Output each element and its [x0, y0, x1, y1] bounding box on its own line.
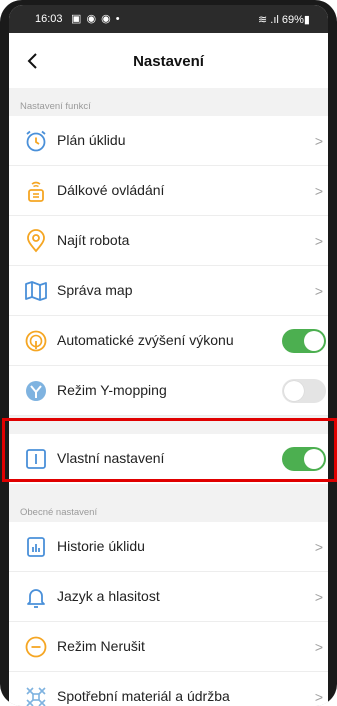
phone-frame: 16:03 ▣ ◉ ◉ • ≋ .ıl 69%▮ Nastavení Nasta…	[0, 0, 337, 706]
location-pin-icon	[27, 229, 45, 253]
map-icon	[25, 281, 47, 301]
row-label: Najít robota	[57, 232, 130, 248]
row-remote-control[interactable]: Dálkové ovládání >	[9, 166, 328, 216]
alarm-clock-icon	[26, 130, 46, 152]
row-label: Správa map	[57, 282, 133, 298]
row-cleaning-history[interactable]: Historie úklidu >	[9, 522, 328, 572]
chevron-right-icon: >	[314, 639, 323, 655]
power-boost-toggle[interactable]	[282, 329, 326, 353]
chevron-right-icon: >	[314, 183, 323, 199]
row-consumables[interactable]: Spotřební materiál a údržba >	[9, 672, 328, 706]
screen: 16:03 ▣ ◉ ◉ • ≋ .ıl 69%▮ Nastavení Nasta…	[9, 5, 328, 706]
power-boost-icon	[25, 330, 47, 352]
toggle-knob	[284, 381, 304, 401]
chevron-right-icon: >	[314, 539, 323, 555]
row-label: Spotřební materiál a údržba	[57, 688, 230, 704]
settings-content: Nastavení funkcí Plán úklidu > Dálkové o…	[9, 88, 328, 706]
section-header-general: Obecné nastavení	[20, 507, 98, 518]
divider	[9, 415, 328, 416]
row-label: Režim Y-mopping	[57, 382, 167, 398]
chevron-right-icon: >	[314, 233, 323, 249]
row-label: Historie úklidu	[57, 538, 145, 554]
row-label: Jazyk a hlasitost	[57, 588, 160, 604]
row-language-volume[interactable]: Jazyk a hlasitost >	[9, 572, 328, 622]
nav-bar: Nastavení	[9, 33, 328, 88]
y-mopping-toggle[interactable]	[282, 379, 326, 403]
toggle-knob	[304, 331, 324, 351]
bell-icon	[27, 589, 45, 608]
chevron-right-icon: >	[314, 133, 323, 149]
row-y-mopping: Režim Y-mopping	[9, 366, 328, 416]
chevron-right-icon: >	[314, 689, 323, 705]
row-label: Plán úklidu	[57, 132, 126, 148]
consumables-icon	[26, 687, 46, 706]
row-cleaning-schedule[interactable]: Plán úklidu >	[9, 116, 328, 166]
row-auto-power-boost: Automatické zvýšení výkonu	[9, 316, 328, 366]
status-right: ≋ .ıl 69%▮	[258, 14, 310, 26]
cleaning-history-icon	[27, 537, 45, 557]
chevron-right-icon: >	[314, 283, 323, 299]
row-label: Automatické zvýšení výkonu	[57, 332, 234, 348]
row-label: Dálkové ovládání	[57, 182, 165, 198]
row-find-robot[interactable]: Najít robota >	[9, 216, 328, 266]
row-label: Režim Nerušit	[57, 638, 145, 654]
highlight-box	[2, 418, 337, 482]
page-title: Nastavení	[133, 53, 204, 70]
status-time: 16:03	[35, 13, 63, 25]
y-mopping-icon	[26, 381, 46, 401]
do-not-disturb-icon	[25, 636, 47, 658]
section-header-functions: Nastavení funkcí	[20, 101, 91, 112]
chevron-right-icon: >	[314, 589, 323, 605]
notification-icons: ▣ ◉ ◉ •	[71, 13, 121, 25]
remote-control-icon	[28, 181, 44, 202]
row-do-not-disturb[interactable]: Režim Nerušit >	[9, 622, 328, 672]
status-bar: 16:03 ▣ ◉ ◉ • ≋ .ıl 69%▮	[9, 5, 328, 33]
row-map-management[interactable]: Správa map >	[9, 266, 328, 316]
